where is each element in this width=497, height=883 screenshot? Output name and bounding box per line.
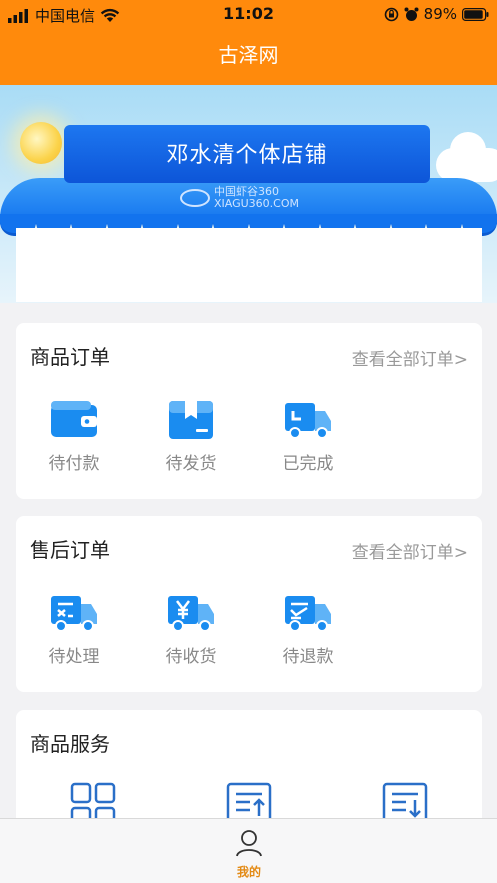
status-bar: 中国电信 11:02 89% [0, 0, 497, 28]
shop-info-panel [16, 228, 482, 302]
tab-me[interactable]: 我的 [224, 829, 274, 880]
status-right: 89% [384, 5, 489, 23]
battery-percent: 89% [423, 5, 457, 23]
order-pending-payment-label: 待付款 [48, 454, 100, 474]
aftersale-pending-processing[interactable]: 待处理 [29, 592, 119, 667]
awning-logo-en: XIAGU360.COM [214, 197, 300, 210]
sun-illustration [20, 122, 62, 164]
page-title: 古泽网 [218, 43, 279, 67]
product-orders-title: 商品订单 [30, 345, 110, 369]
aftersale-pending-refund[interactable]: 待退款 [263, 592, 353, 667]
nav-bar: 古泽网 [0, 28, 497, 85]
tab-me-label: 我的 [236, 865, 261, 879]
truck-refund-icon [285, 596, 331, 632]
truck-pending-icon [51, 596, 97, 632]
order-pending-shipment-label: 待发货 [165, 454, 217, 474]
aftersale-pending-processing-label: 待处理 [48, 647, 100, 667]
order-pending-payment[interactable]: 待付款 [29, 399, 119, 474]
package-icon [169, 401, 213, 439]
aftersale-orders-view-all[interactable]: 查看全部订单> [352, 538, 468, 563]
product-services-title: 商品服务 [30, 732, 110, 756]
aftersale-orders-card: 售后订单 查看全部订单> 待处理 待收货 待退款 [16, 516, 482, 692]
order-completed[interactable]: 已完成 [263, 399, 353, 474]
battery-icon [462, 7, 489, 21]
order-completed-label: 已完成 [282, 454, 334, 474]
cloud-illustration [436, 132, 497, 182]
user-icon [236, 830, 262, 857]
shop-name-sign: 邓水清个体店铺 [64, 125, 430, 183]
product-orders-card: 商品订单 查看全部订单> 待付款 待发货 已完成 [16, 323, 482, 499]
product-orders-view-all[interactable]: 查看全部订单> [352, 345, 468, 370]
delivery-truck-icon [285, 403, 331, 439]
awning-logo: 中国虾谷360 XIAGU360.COM [180, 186, 299, 210]
bottom-tab-bar: 我的 [0, 818, 497, 883]
wallet-icon [51, 401, 97, 437]
aftersale-pending-refund-label: 待退款 [282, 647, 334, 667]
aftersale-pending-receipt[interactable]: 待收货 [146, 592, 236, 667]
shrimp-logo-icon [180, 189, 210, 207]
shop-name: 邓水清个体店铺 [166, 143, 328, 168]
truck-yen-icon [168, 596, 214, 632]
alarm-icon [404, 7, 419, 21]
aftersale-orders-title: 售后订单 [30, 538, 110, 562]
rotation-lock-icon [384, 7, 398, 21]
aftersale-pending-receipt-label: 待收货 [165, 647, 217, 667]
order-pending-shipment[interactable]: 待发货 [146, 399, 236, 474]
